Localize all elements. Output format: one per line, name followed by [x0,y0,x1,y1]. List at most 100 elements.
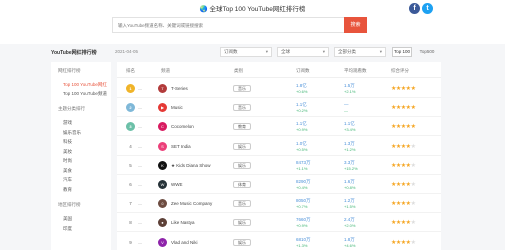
subscriber-growth: +0.9% [296,223,308,229]
channel-name[interactable]: Cocomelon [171,124,194,129]
sidebar-item[interactable]: Top 100 YouTube网红 [63,82,107,88]
rating-stars: ★★★★★ [391,143,416,150]
sort-select[interactable]: 订阅数 ▾ [220,47,272,57]
table-row[interactable]: 6— W WWE 体育 8290万 +0.4% 1.6万 +0.8% ★★★★★ [117,175,441,194]
sidebar-item[interactable]: 美妆 [63,149,72,155]
rank-medal-icon: 3 [126,122,135,132]
sidebar-heading: 地区排行榜 [58,202,81,207]
facebook-share-icon[interactable]: f [409,3,420,14]
channel-name[interactable]: Music [171,105,183,110]
category-tag[interactable]: 娱乐 [233,142,251,150]
top100-button[interactable]: Top 100 [392,47,412,57]
table-row[interactable]: 3— C Cocomelon 教育 1.1亿 +0.9% 1.1亿 +3.4% ★★★★★ [117,117,441,137]
subscriber-growth: +0.5% [296,146,308,152]
rank-number: 8 [129,220,132,226]
views-growth: +0.8% [344,185,356,190]
avatar[interactable]: T [158,84,167,93]
rank-change: — [138,143,142,149]
rank-number: 4 [129,143,132,149]
channel-name[interactable]: Zee Music Company [171,201,212,206]
chevron-down-icon: ▾ [322,49,325,54]
page-title-text: 全球Top 100 YouTube网红排行榜 [209,6,306,13]
category-tag[interactable]: 音乐 [233,200,251,208]
rating-stars: ★★★★★ [391,219,416,226]
sidebar-item[interactable]: Top 100 YouTube频道 [63,91,107,97]
avatar[interactable]: ☺ [158,199,167,209]
sidebar-item[interactable]: 游戏 [63,120,72,126]
channel-name[interactable]: ★ Kids Diana Show [171,163,211,169]
subscriber-growth: +1.3% [296,242,308,248]
rank-change: — [138,201,142,207]
sidebar-item[interactable]: 教育 [63,187,72,193]
star-icon: ★ [410,143,416,150]
rank-change: — [138,239,142,245]
rank-change: — [138,105,142,111]
avatar[interactable]: V [158,237,167,247]
category-tag[interactable]: 娱乐 [233,161,251,169]
table-row[interactable]: 9— V Vlad and Niki 娱乐 6810万 +1.3% 1.8万 +4.6% ★★★… [117,233,441,250]
views-growth: +3.4% [344,127,356,133]
category-select[interactable]: 全部分类 ▾ [334,47,386,57]
sidebar-heading: 主题分类排行 [58,106,85,111]
category-tag[interactable]: 娱乐 [233,219,251,227]
table-row[interactable]: 8— ● Like Nastya 娱乐 7660万 +0.9% 2.4万 +2.0% ★★★★★ [117,213,441,233]
channel-name[interactable]: SET India [171,144,191,149]
avatar[interactable]: ▶ [158,103,167,113]
rating-stars: ★★★★★ [391,181,416,188]
search-button[interactable]: 搜索 [344,17,367,33]
table-row[interactable]: 1— T T-Series 音乐 1.8亿 +0.6% 1.5万 +2.1% ★★★★★ [117,79,441,98]
channel-name[interactable]: WWE [171,182,183,187]
views-growth: +4.6% [344,242,356,248]
channel-name[interactable]: T-Series [171,86,188,91]
views-growth: +1.5% [344,204,356,210]
table-row[interactable]: 2— ▶ Music 音乐 1.1亿 +0.2% — — ★★★★★ [117,98,441,118]
avatar[interactable]: ● [158,218,167,228]
column-header-channel: 频道 [161,68,170,73]
ranking-title: YouTube网红排行榜 [51,50,97,56]
category-tag[interactable]: 教育 [233,123,251,131]
sidebar-item[interactable]: 娱乐音乐 [63,130,81,136]
sidebar-item[interactable]: 美国 [63,216,72,222]
rank-number: 7 [129,201,132,207]
table-row[interactable]: 7— ☺ Zee Music Company 音乐 8050万 +0.7% 1.2万 +1.5… [117,194,441,214]
views-growth: — [344,108,348,114]
sidebar-item[interactable]: 汽车 [63,177,72,183]
table-header: 排名 频道 类别 订阅数 平均观看数 综合评分 [117,62,441,78]
views-growth: +15.2% [344,165,358,171]
subscriber-growth: +0.2% [296,108,308,114]
views-growth: +2.1% [344,89,356,94]
category-tag[interactable]: 娱乐 [233,238,251,246]
table-row[interactable]: 4— S SET India 娱乐 1.0亿 +0.5% 1.3万 +1.2% ★★★★★ [117,137,441,156]
twitter-share-icon[interactable]: t [422,3,433,14]
channel-name[interactable]: Vlad and Niki [171,240,198,245]
avatar[interactable]: S [158,141,167,151]
sidebar-item[interactable]: 时尚 [63,158,72,164]
region-select[interactable]: 全球 ▾ [277,47,329,57]
sidebar-item[interactable]: 美食 [63,168,72,174]
column-header-rating: 综合评分 [391,68,409,73]
sidebar-item[interactable]: 印度 [63,226,72,232]
sidebar-heading: 网红排行榜 [58,68,81,73]
star-icon: ★ [410,239,416,246]
rating-stars: ★★★★★ [391,104,416,112]
table-row[interactable]: 5— K ★ Kids Diana Show 娱乐 8473万 +1.1% 3.3万 +15.… [117,156,441,175]
sidebar-item[interactable]: 科技 [63,139,72,145]
category-tag[interactable]: 体育 [233,181,251,188]
star-icon: ★ [410,105,416,112]
rank-change: — [138,220,142,226]
category-tag[interactable]: 音乐 [233,85,251,92]
chevron-down-icon: ▾ [265,49,268,54]
top500-button[interactable]: Top500 [417,47,437,57]
sort-select-value: 订阅数 [224,49,238,54]
views-growth: +1.2% [344,146,356,152]
rank-change: — [138,162,142,168]
category-tag[interactable]: 音乐 [233,104,251,112]
globe-icon: 🌏 [199,6,208,13]
avatar[interactable]: K [158,160,167,170]
channel-name[interactable]: Like Nastya [171,220,195,225]
search-input[interactable] [112,17,344,33]
star-icon: ★ [410,182,416,188]
avatar[interactable]: W [158,180,167,189]
avatar[interactable]: C [158,122,167,132]
rank-medal-icon: 2 [126,103,135,113]
